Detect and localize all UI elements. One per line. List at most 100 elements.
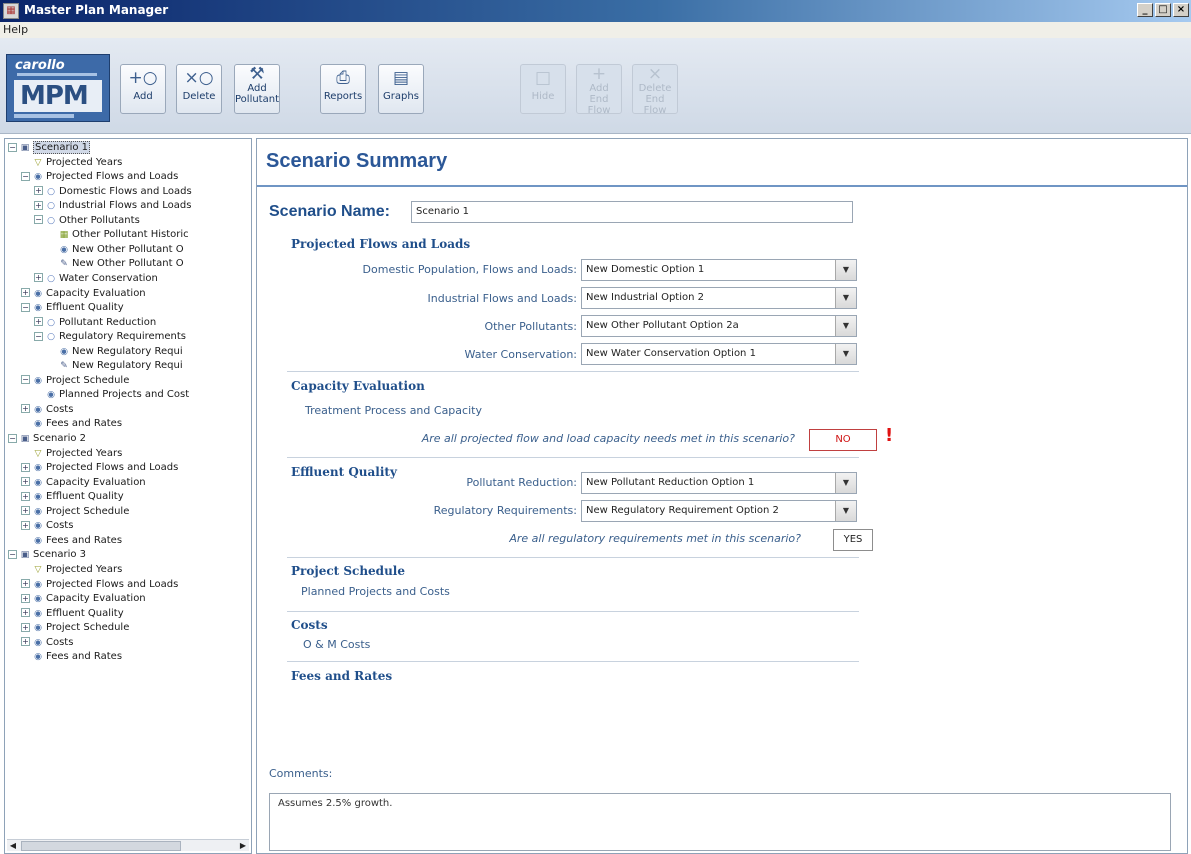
scroll-thumb[interactable] — [21, 841, 181, 851]
expand-icon[interactable]: + — [21, 608, 30, 618]
water-conservation-select[interactable]: New Water Conservation Option 1 ▼ — [581, 343, 857, 365]
collapse-icon[interactable]: − — [21, 302, 30, 312]
industrial-select[interactable]: New Industrial Option 2 ▼ — [581, 287, 857, 309]
tree-item[interactable]: − ◉ Projected Flows and Loads — [21, 170, 178, 183]
collapse-icon[interactable]: − — [8, 142, 17, 152]
tree-item[interactable]: + ○ Pollutant Reduction — [34, 316, 156, 329]
delete-icon: ×○ — [184, 68, 214, 88]
tree-item[interactable]: − ○ Regulatory Requirements — [34, 330, 186, 343]
category-icon: ◉ — [34, 521, 42, 532]
tree-item[interactable]: + ◉ Projected Flows and Loads — [21, 461, 178, 474]
collapse-icon[interactable]: − — [8, 433, 17, 443]
expand-icon[interactable]: + — [21, 593, 30, 603]
hide-button[interactable]: □ Hide — [520, 64, 566, 114]
expand-icon[interactable]: + — [34, 186, 43, 196]
tree-item[interactable]: + ◉ Costs — [21, 519, 73, 532]
collapse-icon[interactable]: − — [34, 331, 43, 341]
expand-icon[interactable]: + — [21, 622, 30, 632]
delete-button[interactable]: ×○ Delete — [176, 64, 222, 114]
reports-button[interactable]: ⎙ Reports — [320, 64, 366, 114]
scenario-name-input[interactable]: Scenario 1 — [411, 201, 853, 223]
collapse-icon[interactable]: − — [8, 549, 17, 559]
chevron-down-icon[interactable]: ▼ — [835, 260, 856, 280]
domestic-select[interactable]: New Domestic Option 1 ▼ — [581, 259, 857, 281]
tree-item[interactable]: + ○ Domestic Flows and Loads — [34, 185, 192, 198]
regulatory-requirements-label: Regulatory Requirements: — [433, 504, 577, 517]
tree-item[interactable]: + ○ Industrial Flows and Loads — [34, 199, 192, 212]
tree-item-label: Other Pollutant Historic — [72, 229, 189, 241]
add-end-flow-button[interactable]: + Add End Flow — [576, 64, 622, 116]
title-divider — [257, 185, 1187, 187]
tree-item[interactable]: + ◉ Costs — [21, 403, 73, 416]
expand-icon[interactable]: + — [21, 637, 30, 647]
tree-horizontal-scrollbar[interactable]: ◀ ▶ — [7, 839, 249, 851]
expand-icon[interactable]: + — [21, 491, 30, 501]
tree-item[interactable]: ✎ New Other Pollutant O — [47, 257, 184, 270]
tree-item[interactable]: ▽ Projected Years — [21, 447, 123, 460]
chevron-down-icon[interactable]: ▼ — [835, 501, 856, 521]
expand-icon[interactable]: + — [21, 462, 30, 472]
add-button[interactable]: +○ Add — [120, 64, 166, 114]
comments-textarea[interactable]: Assumes 2.5% growth. — [269, 793, 1171, 851]
tree-item[interactable]: + ○ Water Conservation — [34, 272, 158, 285]
tree-item[interactable]: ▽ Projected Years — [21, 563, 123, 576]
expand-icon[interactable]: + — [21, 477, 30, 487]
tree-item[interactable]: + ◉ Project Schedule — [21, 505, 129, 518]
close-button[interactable]: × — [1173, 3, 1189, 17]
tree-item[interactable]: + ◉ Capacity Evaluation — [21, 592, 146, 605]
tree-item[interactable]: + ◉ Capacity Evaluation — [21, 476, 146, 489]
chevron-down-icon[interactable]: ▼ — [835, 344, 856, 364]
tree-item[interactable]: ✎ New Regulatory Requi — [47, 359, 182, 372]
tree-item[interactable]: + ◉ Effluent Quality — [21, 607, 124, 620]
expand-icon[interactable]: + — [21, 579, 30, 588]
collapse-icon[interactable]: − — [21, 171, 30, 181]
chevron-down-icon[interactable]: ▼ — [835, 473, 856, 493]
tree-item[interactable]: + ◉ Projected Flows and Loads — [21, 578, 178, 591]
expand-icon[interactable]: + — [34, 200, 43, 210]
tree-item[interactable]: ◉ New Regulatory Requi — [47, 345, 183, 358]
tree-item[interactable]: ◉ Planned Projects and Cost — [34, 388, 189, 401]
tree-item[interactable]: ◉ New Other Pollutant O — [47, 243, 184, 256]
chevron-down-icon[interactable]: ▼ — [835, 316, 856, 336]
tree-item[interactable]: ▽ Projected Years — [21, 156, 123, 169]
scroll-left-icon[interactable]: ◀ — [7, 840, 19, 852]
tree-item-label: Costs — [46, 636, 74, 648]
expand-icon[interactable]: + — [21, 288, 30, 297]
plus-icon: + — [591, 64, 607, 84]
add-pollutant-button[interactable]: ⚒ Add Pollutant — [234, 64, 280, 114]
delete-end-flow-button[interactable]: × Delete End Flow — [632, 64, 678, 116]
other-pollutants-select[interactable]: New Other Pollutant Option 2a ▼ — [581, 315, 857, 337]
collapse-icon[interactable]: − — [21, 375, 30, 385]
tree-item[interactable]: − ◉ Effluent Quality — [21, 301, 124, 314]
expand-icon[interactable]: + — [21, 520, 30, 530]
menu-help[interactable]: Help — [3, 23, 28, 36]
scroll-right-icon[interactable]: ▶ — [237, 840, 249, 852]
expand-icon[interactable]: + — [34, 273, 43, 283]
regulatory-requirements-select[interactable]: New Regulatory Requirement Option 2 ▼ — [581, 500, 857, 522]
expand-icon[interactable]: + — [21, 506, 30, 516]
tree-item[interactable]: + ◉ Effluent Quality — [21, 490, 124, 503]
tree-item[interactable]: + ◉ Project Schedule — [21, 621, 129, 634]
collapse-icon[interactable]: − — [34, 215, 43, 225]
tree-item[interactable]: ◉ Fees and Rates — [21, 650, 122, 663]
chevron-down-icon[interactable]: ▼ — [835, 288, 856, 308]
tree-item[interactable]: ◉ Fees and Rates — [21, 417, 122, 430]
tree-item[interactable]: − ▣ Scenario 2 — [8, 432, 86, 445]
tree-item[interactable]: − ▣ Scenario 1 — [8, 141, 91, 154]
tree-item[interactable]: ▦ Other Pollutant Historic — [47, 228, 189, 241]
tree-item[interactable]: − ◉ Project Schedule — [21, 374, 129, 387]
tree-item-label: New Other Pollutant O — [72, 258, 184, 270]
maximize-button[interactable]: □ — [1155, 3, 1171, 17]
tree-item[interactable]: − ○ Other Pollutants — [34, 214, 140, 227]
pollutant-reduction-select[interactable]: New Pollutant Reduction Option 1 ▼ — [581, 472, 857, 494]
expand-icon[interactable]: + — [34, 317, 43, 327]
minimize-button[interactable]: _ — [1137, 3, 1153, 17]
graphs-button[interactable]: ▤ Graphs — [378, 64, 424, 114]
capacity-question: Are all projected flow and load capacity… — [421, 432, 795, 445]
tree-item[interactable]: + ◉ Capacity Evaluation — [21, 287, 146, 300]
tree-item[interactable]: − ▣ Scenario 3 — [8, 548, 86, 561]
scenario-tree[interactable]: − ▣ Scenario 1 ▽ Projected Years − ◉ Projected … — [4, 138, 252, 854]
tree-item[interactable]: ◉ Fees and Rates — [21, 534, 122, 547]
tree-item[interactable]: + ◉ Costs — [21, 636, 73, 649]
expand-icon[interactable]: + — [21, 404, 30, 414]
